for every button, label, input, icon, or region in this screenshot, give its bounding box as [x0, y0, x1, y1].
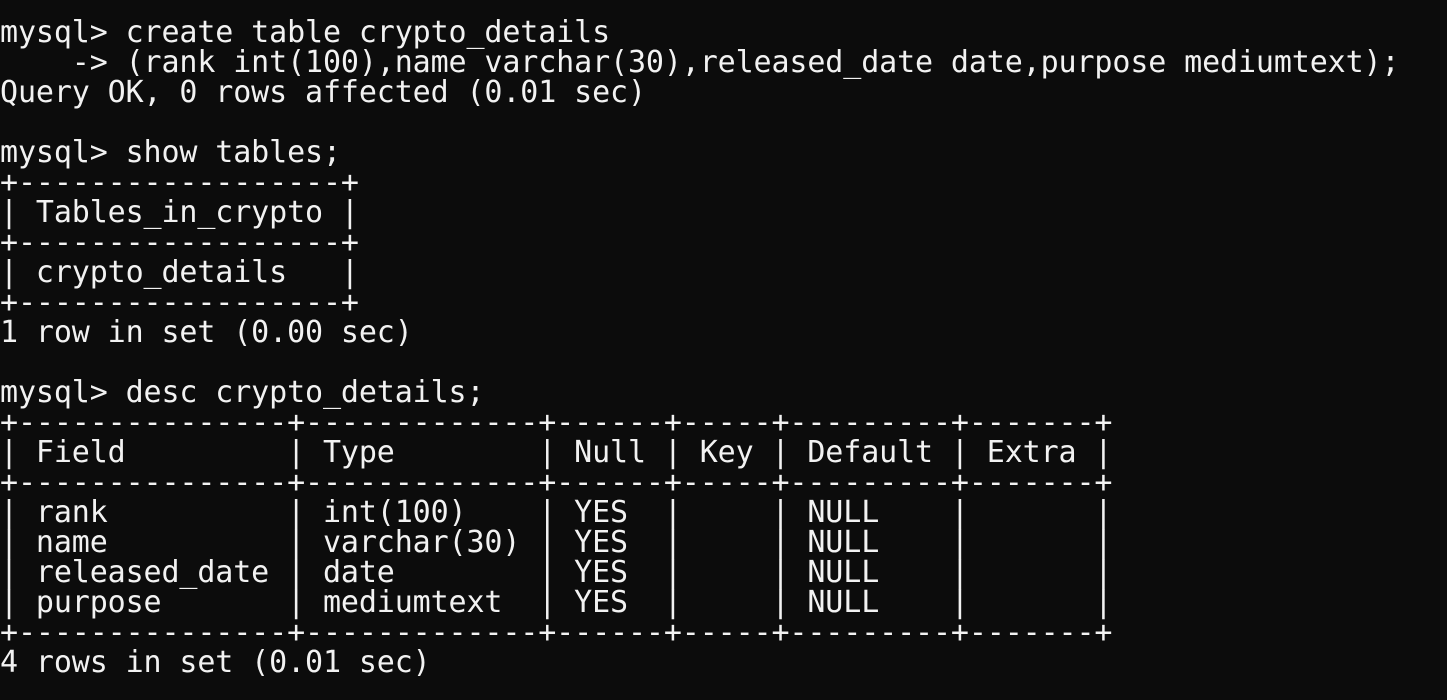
tables-border-top: +------------------+ — [0, 165, 359, 200]
tables-row-crypto-details: | crypto_details | — [0, 255, 359, 290]
desc-row-released-date: | released_date | date | YES | | NULL | … — [0, 555, 1113, 590]
terminal-line-desc-command: mysql> desc crypto_details; — [0, 375, 485, 410]
tables-header-row: | Tables_in_crypto | — [0, 195, 359, 230]
desc-border-bottom: +---------------+-------------+------+--… — [0, 615, 1113, 650]
terminal-line-create-continuation: -> (rank int(100),name varchar(30),relea… — [0, 45, 1400, 80]
desc-border-top: +---------------+-------------+------+--… — [0, 405, 1113, 440]
terminal-window[interactable]: mysql> create table crypto_details -> (r… — [0, 0, 1447, 700]
terminal-line-query-ok: Query OK, 0 rows affected (0.01 sec) — [0, 75, 646, 110]
tables-border-mid: +------------------+ — [0, 225, 359, 260]
terminal-line-show-tables-command: mysql> show tables; — [0, 135, 341, 170]
desc-border-mid: +---------------+-------------+------+--… — [0, 465, 1113, 500]
desc-header-row: | Field | Type | Null | Key | Default | … — [0, 435, 1113, 470]
terminal-line-row-count: 1 row in set (0.00 sec) — [0, 315, 413, 350]
desc-row-rank: | rank | int(100) | YES | | NULL | | — [0, 495, 1113, 530]
desc-row-purpose: | purpose | mediumtext | YES | | NULL | … — [0, 585, 1113, 620]
tables-border-bottom: +------------------+ — [0, 285, 359, 320]
terminal-line-rows-count: 4 rows in set (0.01 sec) — [0, 645, 431, 680]
desc-row-name: | name | varchar(30) | YES | | NULL | | — [0, 525, 1113, 560]
terminal-line-create-command: mysql> create table crypto_details — [0, 15, 611, 50]
